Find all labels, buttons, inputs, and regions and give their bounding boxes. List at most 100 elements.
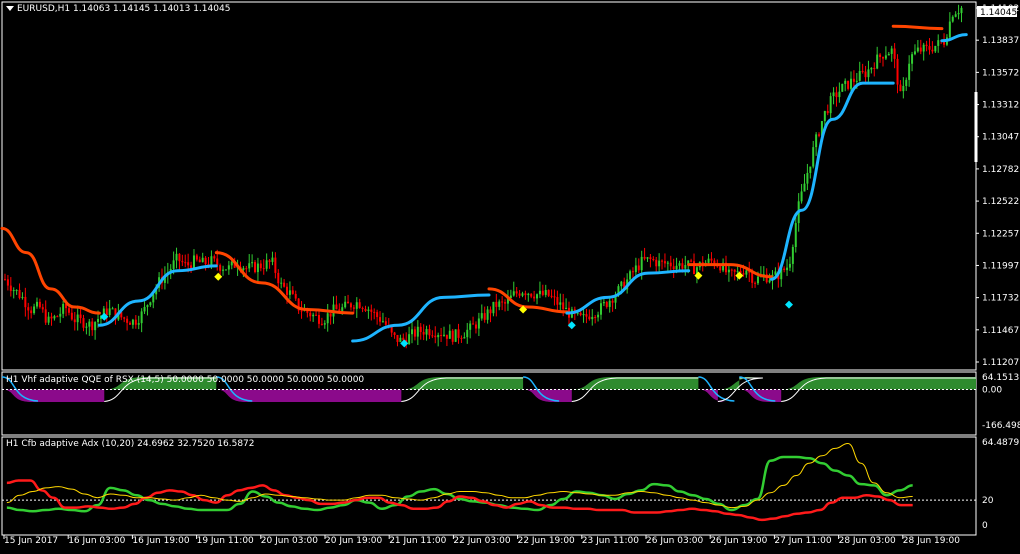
candle-body [134, 319, 137, 325]
candle-body [379, 317, 382, 322]
candle-body [44, 309, 47, 323]
candle-body [594, 316, 597, 318]
candle-body [213, 256, 216, 259]
candle-body [620, 281, 623, 287]
candle-body [800, 191, 803, 202]
candle-body [256, 263, 259, 273]
candle-body [812, 147, 815, 167]
candle-body [373, 311, 376, 313]
candle-body [329, 313, 332, 317]
candle-body [41, 307, 44, 310]
candle-body [890, 48, 893, 54]
candle-body [294, 293, 297, 299]
candle-body [486, 309, 489, 320]
candle-body [530, 293, 533, 297]
candle-body [745, 270, 748, 275]
price-tick-label: 1.13837 [982, 36, 1019, 46]
candle-body [852, 78, 855, 82]
candle-body [413, 329, 416, 337]
candle-body [480, 313, 483, 319]
candle-body [320, 323, 323, 325]
candle-body [105, 308, 108, 316]
candle-body [390, 326, 393, 333]
candle-body [550, 295, 553, 297]
candle-body [733, 269, 736, 272]
candle-body [896, 58, 899, 85]
candle-body [498, 301, 501, 307]
downtrend-line [891, 24, 944, 31]
candle-body [815, 134, 818, 148]
candle-body [925, 44, 928, 47]
candle-body [707, 258, 710, 263]
candle-body [399, 337, 402, 342]
candle-body [15, 289, 18, 291]
candle-body [881, 57, 884, 59]
candle-body [367, 309, 370, 311]
candle-body [611, 300, 614, 303]
candle-body [806, 172, 809, 184]
candle-body [870, 67, 873, 70]
candle-body [690, 260, 693, 262]
time-tick-label: 22 Jun 19:00 [518, 536, 575, 546]
candle-body [742, 273, 745, 275]
candle-body [33, 306, 36, 314]
candle-body [210, 256, 213, 266]
candle-body [661, 260, 664, 262]
time-tick-label: 27 Jun 11:00 [774, 536, 831, 546]
candle-body [140, 311, 143, 324]
candle-body [489, 309, 492, 314]
candle-body [315, 314, 318, 316]
candle-body [844, 80, 847, 84]
candle-body [928, 46, 931, 50]
candle-body [919, 47, 922, 52]
candle-body [204, 257, 207, 265]
candle-body [559, 302, 562, 305]
candle-body [283, 282, 286, 287]
candle-body [326, 313, 329, 324]
candle-body [422, 332, 425, 335]
candle-body [277, 272, 280, 284]
qqe-tick-label: 64.1513 [982, 373, 1019, 383]
candle-body [957, 13, 960, 15]
candle-body [79, 314, 82, 319]
current-price-label: 1.14045 [980, 8, 1017, 18]
candle-body [905, 79, 908, 86]
candle-body [146, 305, 149, 307]
candle-body [562, 302, 565, 310]
candle-body [411, 329, 414, 335]
candle-body [861, 71, 864, 73]
candle-body [730, 269, 733, 271]
chart-svg[interactable]: 1.141021.138371.135721.133121.130471.127… [0, 0, 1020, 551]
candle-body [4, 279, 6, 281]
candle-body [317, 315, 320, 324]
candle-body [605, 302, 608, 307]
candle-body [445, 334, 448, 339]
candle-body [879, 54, 882, 58]
chart-root[interactable]: 1.141021.138371.135721.133121.130471.127… [0, 0, 1020, 551]
candle-body [826, 110, 829, 114]
candle-body [646, 257, 649, 259]
candle-body [675, 265, 678, 270]
candle-body [288, 290, 291, 295]
candle-body [280, 282, 283, 284]
symbol-menu-icon[interactable] [6, 6, 14, 11]
candle-body [440, 334, 443, 336]
candle-body [227, 265, 230, 270]
candle-body [727, 269, 730, 273]
candle-body [437, 334, 440, 338]
candle-body [756, 276, 759, 284]
candle-body [62, 303, 65, 314]
main-chart-title: EURUSD,H1 1.14063 1.14145 1.14013 1.1404… [17, 4, 231, 14]
candle-body [913, 51, 916, 55]
candle-body [597, 314, 600, 318]
candle-body [35, 301, 38, 307]
yellow-signal-marker [214, 272, 223, 281]
time-tick-label: 20 Jun 03:00 [261, 536, 318, 546]
candle-body [53, 316, 56, 319]
candle-body [652, 258, 655, 260]
candle-body [21, 296, 24, 298]
candle-body [937, 40, 940, 46]
yellow-signal-marker [735, 271, 744, 280]
time-tick-label: 20 Jun 19:00 [325, 536, 382, 546]
candle-body [347, 301, 350, 304]
